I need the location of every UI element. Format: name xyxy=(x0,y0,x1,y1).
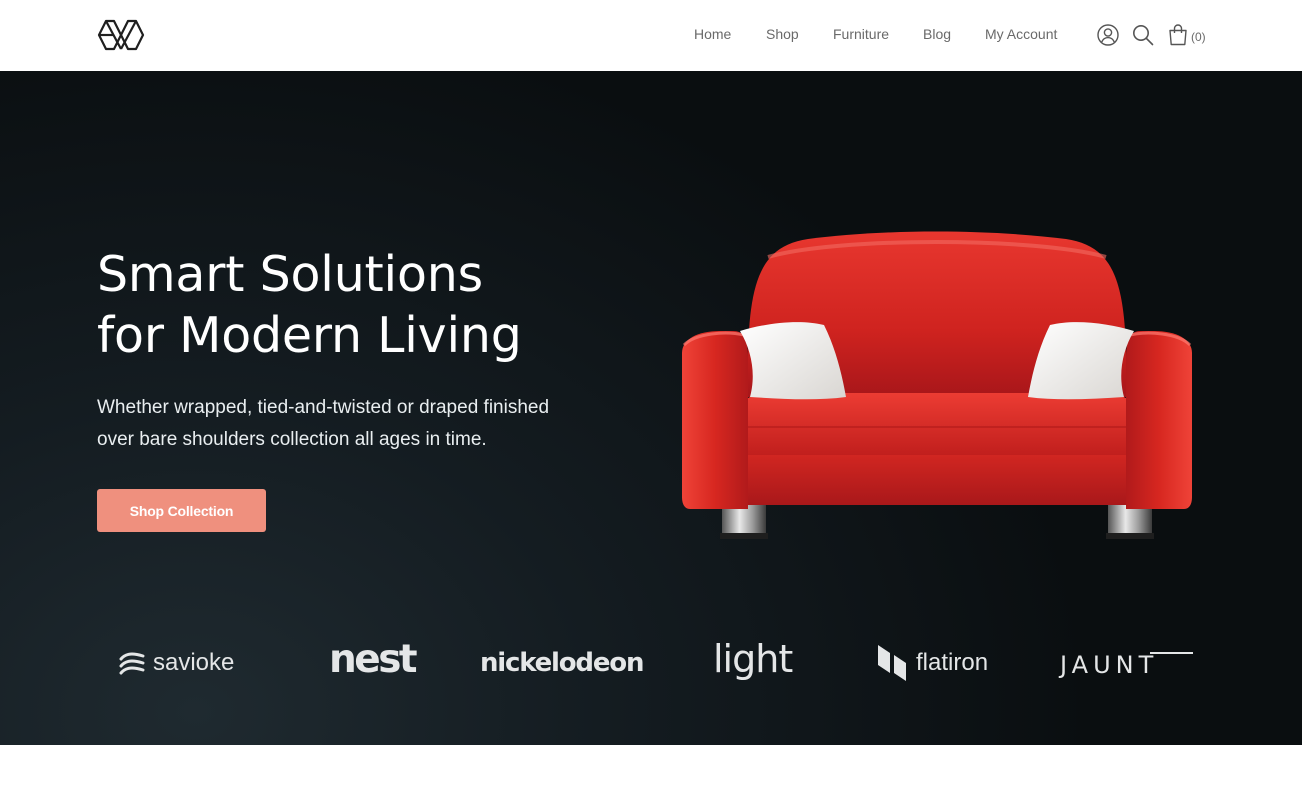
brand-savioke-label: savioke xyxy=(153,649,235,676)
site-header: Home Shop Furniture Blog My Account (0) xyxy=(0,0,1302,71)
savioke-logo-icon xyxy=(119,652,145,675)
user-icon[interactable] xyxy=(1096,23,1120,47)
nav-shop[interactable]: Shop xyxy=(766,26,799,42)
brand-logo-icon[interactable] xyxy=(96,18,146,52)
cart-count[interactable]: (0) xyxy=(1191,30,1206,44)
jaunt-logo-bar xyxy=(1150,652,1193,654)
brand-nest: nest xyxy=(329,637,418,682)
brand-jaunt: JAUNT xyxy=(1060,651,1159,679)
brand-flatiron: flatiron xyxy=(876,645,988,681)
brand-light: light xyxy=(713,637,793,681)
shopping-bag-icon[interactable] xyxy=(1166,23,1190,47)
brand-flatiron-label: flatiron xyxy=(916,649,989,676)
nav-furniture[interactable]: Furniture xyxy=(833,26,889,42)
hero-title: Smart Solutions for Modern Living xyxy=(97,244,617,366)
hero-subtitle: Whether wrapped, tied-and-twisted or dra… xyxy=(97,392,587,456)
search-icon[interactable] xyxy=(1131,23,1155,47)
nav-my-account[interactable]: My Account xyxy=(985,26,1057,42)
hero-section: Smart Solutions for Modern Living Whethe… xyxy=(0,71,1302,745)
red-sofa-image xyxy=(682,231,1192,539)
brand-nickelodeon: nickelodeon xyxy=(480,648,644,678)
hero-subtitle-line-1: Whether wrapped, tied-and-twisted or dra… xyxy=(97,397,550,418)
flatiron-logo-icon xyxy=(878,645,906,681)
shop-collection-button[interactable]: Shop Collection xyxy=(97,489,266,532)
brand-savioke: savioke xyxy=(117,645,234,681)
nav-home[interactable]: Home xyxy=(694,26,731,42)
hero-title-line-1: Smart Solutions xyxy=(97,246,483,303)
hero-title-line-2: for Modern Living xyxy=(97,307,522,364)
nav-blog[interactable]: Blog xyxy=(923,26,951,42)
hero-subtitle-line-2: over bare shoulders collection all ages … xyxy=(97,429,487,450)
